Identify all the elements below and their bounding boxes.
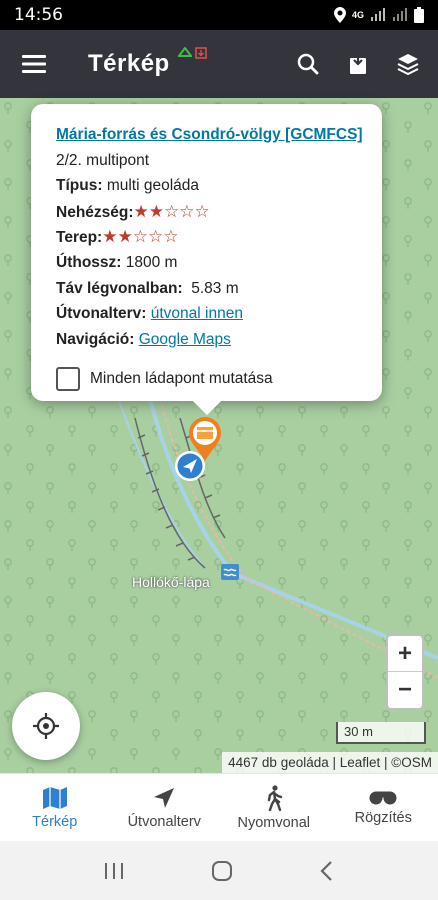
location-icon (333, 7, 346, 23)
status-badges (177, 47, 207, 59)
cache-subtitle: 2/2. multipont (56, 151, 150, 169)
zoom-in-button[interactable]: + (388, 636, 422, 672)
nav-row: Navigáció: Google Maps (56, 327, 360, 353)
route-label: Útvonalterv: (56, 305, 147, 323)
app-bar: Térkép (0, 30, 438, 98)
star-filled-icon: ★ (102, 227, 118, 247)
walking-icon (267, 784, 282, 811)
network-type: 4G (351, 10, 364, 20)
star-filled-icon: ★ (133, 201, 149, 221)
length-row: Úthossz: 1800 m (56, 250, 360, 276)
appbar-actions (286, 42, 430, 86)
zoom-out-button[interactable]: − (388, 672, 422, 708)
home-icon[interactable] (211, 860, 233, 882)
star-empty-icon: ☆ (132, 227, 148, 247)
download-icon (350, 53, 366, 74)
tab-label: Nyomvonal (237, 814, 311, 831)
search-icon (297, 53, 319, 75)
cache-popup: Mária-forrás és Csondró-völgy [GCMFCS] 2… (31, 104, 382, 416)
terrain-stars: ★★☆☆☆ (102, 227, 179, 247)
type-row: Típus: multi geoláda (56, 173, 360, 199)
type-label: Típus: (56, 177, 103, 195)
attribution-text: 4467 db geoláda | Leaflet | ©OSM (228, 755, 432, 770)
tab-track[interactable]: Nyomvonal (219, 774, 329, 841)
tab-label: Térkép (32, 813, 78, 830)
terrain-label: Terep: (56, 229, 103, 247)
gps-status-icon (177, 47, 192, 57)
star-empty-icon: ☆ (194, 201, 210, 221)
ford-icon (221, 564, 239, 580)
current-location-icon (175, 451, 205, 481)
checkbox-box[interactable] (56, 367, 80, 392)
status-time: 14:56 (14, 5, 63, 25)
signal-icon-2 (393, 8, 407, 21)
difficulty-stars: ★★☆☆☆ (133, 201, 210, 221)
star-filled-icon: ★ (117, 227, 133, 247)
star-empty-icon: ☆ (164, 201, 180, 221)
bottom-tab-bar: Térkép Útvonalterv Nyomvonal Rögzítés (0, 773, 438, 841)
map-icon (42, 786, 67, 809)
star-empty-icon: ☆ (163, 227, 179, 247)
back-icon[interactable] (319, 860, 335, 882)
tab-route[interactable]: Útvonalterv (110, 774, 220, 841)
tab-label: Útvonalterv (127, 813, 201, 830)
length-label: Úthossz: (56, 253, 122, 271)
distance-value: 5.83 m (191, 279, 239, 297)
difficulty-row: Nehézség:★★☆☆☆ (56, 199, 360, 225)
checkbox-label: Minden ládapont mutatása (90, 370, 273, 388)
layers-button[interactable] (386, 42, 430, 86)
download-button[interactable] (336, 42, 380, 86)
locate-button[interactable] (12, 692, 80, 760)
download-status-icon (194, 47, 207, 59)
distance-label: Táv légvonalban: (56, 279, 183, 297)
place-label: Hollókő-lápa (132, 574, 210, 590)
battery-icon (414, 7, 424, 23)
signal-icon (371, 8, 385, 21)
tab-record[interactable]: Rögzítés (329, 774, 438, 841)
page-title: Térkép (88, 50, 170, 77)
status-icons: 4G (333, 7, 424, 23)
nav-label: Navigáció: (56, 330, 135, 348)
route-row: Útvonalterv: útvonal innen (56, 301, 360, 327)
google-maps-link[interactable]: Google Maps (139, 331, 231, 348)
hamburger-icon (22, 55, 46, 73)
zoom-control: + − (386, 634, 424, 710)
record-icon (369, 791, 397, 804)
scale-bar: 30 m (336, 722, 426, 744)
star-filled-icon: ★ (148, 201, 165, 221)
menu-button[interactable] (0, 30, 68, 98)
cache-title-link[interactable]: Mária-forrás és Csondró-völgy [GCMFCS] (56, 126, 363, 143)
layers-icon (397, 54, 419, 75)
status-bar: 14:56 4G (0, 0, 438, 30)
system-nav-bar (0, 841, 438, 900)
type-value: multi geoláda (106, 177, 200, 195)
search-button[interactable] (286, 42, 330, 86)
star-empty-icon: ☆ (179, 201, 195, 221)
route-link[interactable]: útvonal innen (151, 305, 243, 322)
star-empty-icon: ☆ (147, 227, 164, 247)
tab-label: Rögzítés (354, 809, 412, 826)
length-value: 1800 m (125, 253, 178, 271)
distance-row: Táv légvonalban: 5.83 m (56, 276, 360, 302)
recent-apps-icon[interactable] (103, 861, 125, 881)
terrain-row: Terep:★★☆☆☆ (56, 224, 360, 250)
map-attribution: 4467 db geoláda | Leaflet | ©OSM (222, 752, 438, 773)
tab-map[interactable]: Térkép (0, 774, 110, 841)
difficulty-label: Nehézség: (56, 203, 134, 221)
crosshair-icon (33, 713, 59, 739)
navigation-arrow-icon (154, 787, 175, 808)
